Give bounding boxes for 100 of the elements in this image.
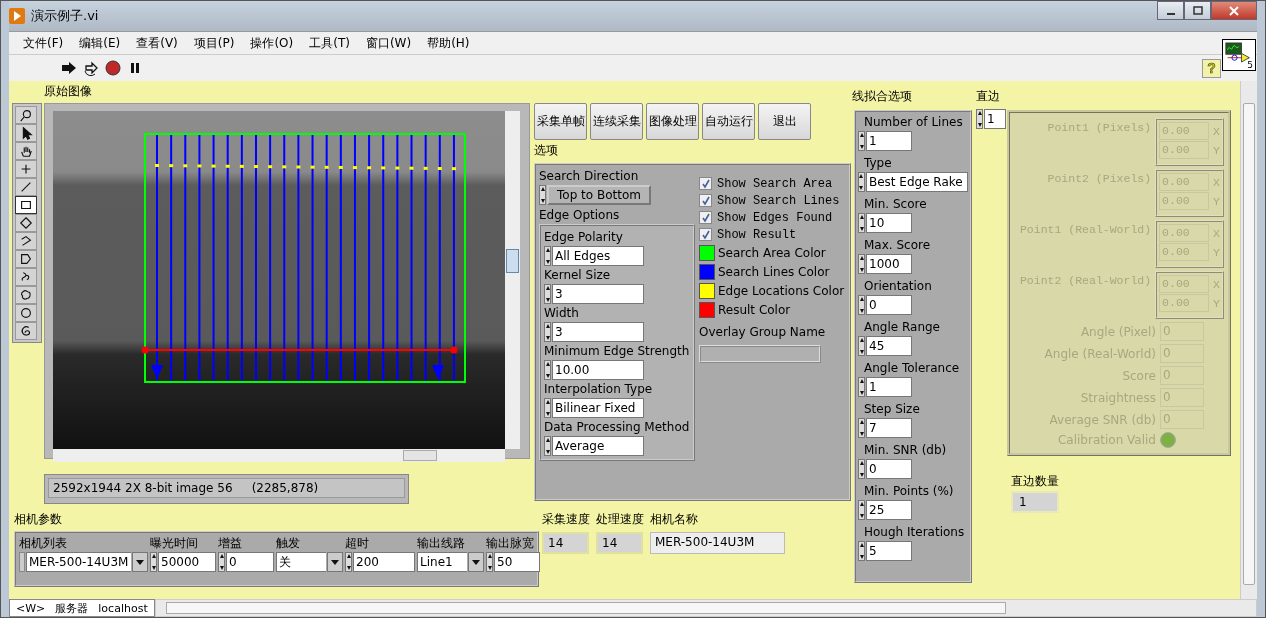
camera-params-label: 相机参数 [14,511,62,528]
vi-icon[interactable]: 5 [1222,39,1256,71]
input-field[interactable]: 3 [552,322,644,342]
column-label: 增益 [218,535,243,552]
tool-button[interactable] [15,214,37,232]
field-label: Edge Polarity [544,229,624,246]
tool-button[interactable] [15,304,37,322]
input-field[interactable]: 1 [866,131,912,151]
field-label: Min. Points (%) [863,483,955,500]
color-swatch[interactable] [699,282,715,299]
overlay-group-name-field[interactable] [699,345,821,363]
color-swatch[interactable] [699,263,715,280]
checkbox-label: Show Result [717,227,797,242]
input-field[interactable]: 10.00 [552,360,644,380]
tool-button[interactable] [15,106,37,124]
hand-icon [19,144,33,158]
input-field[interactable]: 1 [866,377,912,397]
action-button[interactable]: 采集单帧 [534,103,587,140]
close-button[interactable] [1211,1,1257,20]
section-label: Edge Options [539,207,621,224]
tool-button[interactable] [15,196,37,214]
panel-horizontal-scrollbar[interactable] [154,599,1257,617]
crosshair-icon [19,162,33,176]
color-swatch[interactable] [699,301,715,318]
input-field[interactable]: 5 [866,541,912,561]
input-field[interactable]: Best Edge Rake [865,172,968,192]
column-label: 输出脉宽 [486,535,535,552]
input-field[interactable]: 45 [866,336,912,356]
field-label: Width [544,305,580,322]
diamond-icon [19,216,33,230]
vertical-scrollbar[interactable] [505,111,520,449]
menu-item[interactable]: 文件(F) [15,34,72,52]
input-field[interactable]: Bilinear Fixed [552,398,644,418]
field-label: Number of Lines [863,114,964,131]
input-field[interactable]: 3 [552,284,644,304]
input-field[interactable]: 7 [866,418,912,438]
menu-item[interactable]: 工具(T) [301,34,358,52]
line-fit-label: 线拟合选项 [852,88,912,105]
action-button[interactable]: 自动运行 [702,103,755,140]
horizontal-scrollbar[interactable] [53,449,505,462]
run-arrow-icon[interactable] [61,60,77,76]
input-field[interactable]: 50000 [158,552,216,572]
stop-icon[interactable] [105,60,121,76]
maximize-button[interactable] [1184,1,1211,20]
edge-index-label: 直边 [976,88,1000,105]
input-field[interactable]: 0 [226,552,274,572]
edge-index-field[interactable]: 1 [984,109,1006,129]
input-field[interactable]: 0 [866,295,912,315]
checkbox[interactable] [699,211,712,224]
menu-item[interactable]: 编辑(E) [71,34,129,52]
action-button[interactable]: 图像处理 [646,103,699,140]
color-swatch[interactable] [699,244,715,261]
caret-icon [331,559,339,565]
input-field[interactable]: 25 [866,500,912,520]
polyline-icon [19,234,33,248]
dropdown-field[interactable]: 关 [276,552,326,572]
action-button[interactable]: 连续采集 [590,103,643,140]
dropdown-button[interactable] [327,552,343,572]
checkbox-label: Show Edges Found [717,210,833,225]
menu-item[interactable]: 窗口(W) [357,34,420,52]
dropdown-button[interactable] [132,552,148,572]
tool-button[interactable] [15,124,37,142]
input-field[interactable]: 1000 [866,254,912,274]
tool-button[interactable] [15,250,37,268]
dropdown-field[interactable]: MER-500-14U3M [26,552,131,572]
menu-item[interactable]: 操作(O) [242,34,302,52]
action-button[interactable]: 退出 [758,103,811,140]
tool-button[interactable] [15,286,37,304]
checkbox[interactable] [699,228,712,241]
input-field[interactable]: 50 [494,552,540,572]
field-label: Type [863,155,893,172]
menu-item[interactable]: 查看(V) [128,34,186,52]
menu-item[interactable]: 项目(P) [185,34,243,52]
input-field[interactable]: 10 [866,213,912,233]
menu-item[interactable]: 帮助(H) [419,34,478,52]
indicator-label: 采集速度 [542,511,590,528]
blob-icon [19,288,33,302]
tool-button[interactable] [15,268,37,286]
continuous-run-icon[interactable] [83,60,99,76]
field-label: Angle Range [863,319,941,336]
minimize-button[interactable] [1157,1,1184,20]
panel-vertical-scrollbar[interactable] [1240,81,1257,599]
status-text: localhost [98,601,148,615]
input-field[interactable]: 200 [353,552,415,572]
checkbox[interactable] [699,194,712,207]
tool-button[interactable] [15,322,37,340]
options-label: 选项 [534,142,558,159]
input-field[interactable]: Average [552,436,644,456]
field-label: Interpolation Type [544,381,654,398]
search-direction-selector[interactable]: Top to Bottom [547,185,651,205]
dropdown-button[interactable] [468,552,484,572]
dropdown-field[interactable]: Line1 [417,552,467,572]
color-label: Result Color [718,302,791,317]
checkbox[interactable] [699,177,712,190]
input-field[interactable]: 0 [866,459,912,479]
caret-icon [136,559,144,565]
input-field[interactable]: All Edges [552,246,644,266]
tool-button[interactable] [15,142,37,160]
vi-icon-number: 5 [1247,60,1253,70]
tool-button[interactable] [15,232,37,250]
